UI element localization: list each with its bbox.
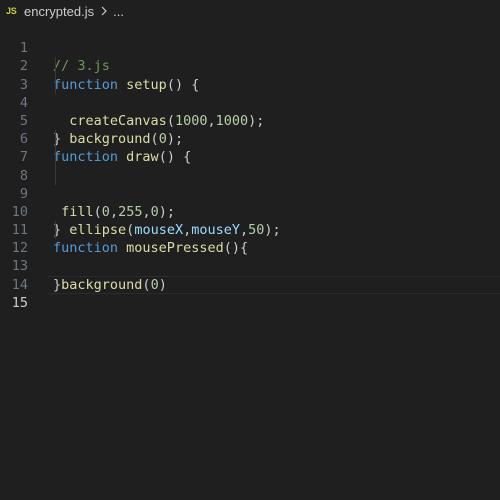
code-line-5[interactable]: 5 } <box>0 94 500 147</box>
code-line-15-current[interactable]: 15 <box>0 275 500 311</box>
code-line-7[interactable]: 7 <box>0 130 500 165</box>
code-line-6[interactable]: 6 function draw() { <box>0 112 500 165</box>
code-line-2[interactable]: 2 function setup() { <box>0 39 500 92</box>
indent-guide <box>55 57 56 76</box>
code-line-11[interactable]: 11 function mousePressed(){ <box>0 203 500 256</box>
code-line-14[interactable]: 14 <box>0 257 500 293</box>
code-line-3[interactable]: 3 createCanvas(1000,1000); <box>0 57 500 129</box>
indent-guide <box>55 130 56 149</box>
breadcrumb-file-name[interactable]: encrypted.js <box>24 4 94 19</box>
line-number: 15 <box>11 294 28 311</box>
code-line-10[interactable]: 10 } <box>0 185 500 238</box>
code-line-8[interactable]: 8 fill(0,255,0); <box>0 148 500 220</box>
code-editor[interactable]: JS encrypted.js ... 1 // 3.js 2 function… <box>0 0 500 500</box>
breadcrumb-more[interactable]: ... <box>113 4 124 19</box>
indent-guide <box>55 148 56 167</box>
code-line-13[interactable]: 13 } <box>0 239 500 292</box>
chevron-right-icon <box>99 5 109 17</box>
breadcrumb: JS encrypted.js ... <box>0 0 500 22</box>
javascript-file-icon: JS <box>6 6 17 16</box>
code-line-1[interactable]: 1 // 3.js <box>0 21 500 74</box>
indent-guide <box>55 75 56 94</box>
code-line-4[interactable]: 4 background(0); <box>0 75 500 147</box>
code-line-9[interactable]: 9 ellipse(mouseX,mouseY,50); <box>0 166 500 238</box>
indent-guide <box>55 166 56 185</box>
code-area[interactable]: 1 // 3.js 2 function setup() { 3 createC… <box>0 21 500 311</box>
indent-guide <box>55 221 56 240</box>
code-line-12[interactable]: 12 background(0) <box>0 221 500 293</box>
